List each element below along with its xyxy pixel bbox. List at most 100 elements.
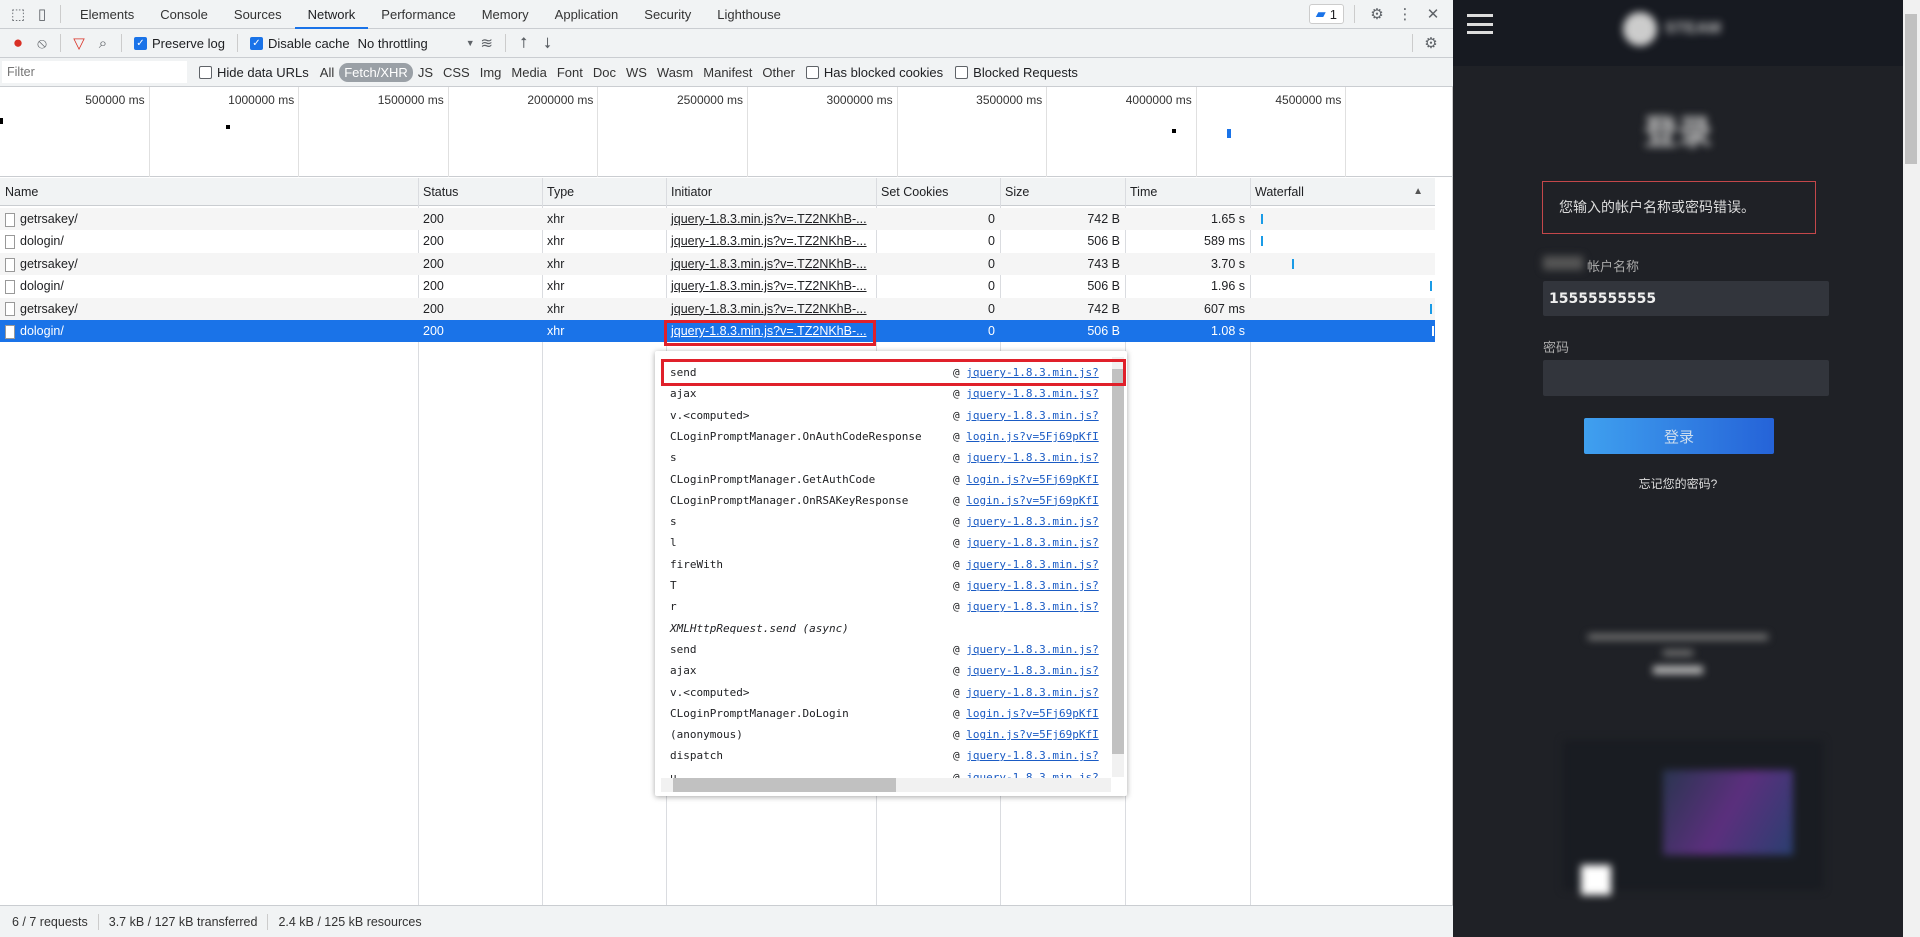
- filter-type-all[interactable]: All: [315, 63, 339, 82]
- tab-console[interactable]: Console: [147, 0, 221, 29]
- source-link[interactable]: jquery-1.8.3.min.js?: [966, 686, 1098, 699]
- source-link[interactable]: jquery-1.8.3.min.js?: [966, 451, 1098, 464]
- filter-type-font[interactable]: Font: [552, 63, 588, 82]
- column-header-time[interactable]: Time: [1125, 178, 1250, 205]
- source-link[interactable]: jquery-1.8.3.min.js?: [966, 600, 1098, 613]
- search-icon[interactable]: ⌕: [91, 31, 115, 55]
- source-link[interactable]: jquery-1.8.3.min.js?: [966, 643, 1098, 656]
- size-value: 506 B: [1087, 324, 1120, 338]
- column-header-name[interactable]: Name: [0, 178, 418, 205]
- source-link[interactable]: jquery-1.8.3.min.js?: [966, 664, 1098, 677]
- request-row[interactable]: dologin/200 xhr jquery-1.8.3.min.js?v=.TZ2…: [0, 275, 1435, 297]
- filter-type-media[interactable]: Media: [506, 63, 551, 82]
- popover-vertical-scrollbar[interactable]: [1112, 357, 1124, 777]
- filter-type-wasm[interactable]: Wasm: [652, 63, 698, 82]
- tab-elements[interactable]: Elements: [67, 0, 147, 29]
- has-blocked-cookies-checkbox[interactable]: Has blocked cookies: [805, 65, 943, 80]
- page-scrollbar[interactable]: [1903, 0, 1920, 937]
- tab-performance[interactable]: Performance: [368, 0, 468, 29]
- tab-memory[interactable]: Memory: [469, 0, 542, 29]
- source-link[interactable]: login.js?v=5Fj69pKfI: [966, 494, 1098, 507]
- filter-type-css[interactable]: CSS: [438, 63, 475, 82]
- filter-type-other[interactable]: Other: [757, 63, 800, 82]
- source-link[interactable]: jquery-1.8.3.min.js?: [966, 409, 1098, 422]
- filter-type-ws[interactable]: WS: [621, 63, 652, 82]
- column-header-set-cookies[interactable]: Set Cookies: [876, 178, 1000, 205]
- source-link[interactable]: jquery-1.8.3.min.js?: [966, 749, 1098, 762]
- login-button[interactable]: 登录: [1584, 418, 1774, 454]
- filter-type-manifest[interactable]: Manifest: [698, 63, 757, 82]
- issues-badge[interactable]: ▰ 1: [1308, 4, 1344, 24]
- password-input[interactable]: [1543, 360, 1829, 396]
- request-row[interactable]: getrsakey/200 xhr jquery-1.8.3.min.js?v=.T…: [0, 208, 1435, 230]
- settings-gear-icon[interactable]: ⚙: [1365, 2, 1389, 26]
- tab-network[interactable]: Network: [294, 0, 369, 29]
- source-link[interactable]: login.js?v=5Fj69pKfI: [966, 473, 1098, 486]
- clear-icon[interactable]: ⦸: [30, 31, 54, 55]
- cell-cookies: 0: [876, 298, 1000, 320]
- forgot-password-link[interactable]: 忘记您的密码?: [1453, 475, 1903, 492]
- tab-lighthouse[interactable]: Lighthouse: [704, 0, 794, 29]
- column-header-type[interactable]: Type: [542, 178, 666, 205]
- network-conditions-icon[interactable]: ≋: [475, 31, 499, 55]
- size-value: 506 B: [1087, 279, 1120, 294]
- column-header-waterfall[interactable]: Waterfall: [1250, 178, 1435, 205]
- source-link[interactable]: jquery-1.8.3.min.js?: [966, 558, 1098, 571]
- close-icon[interactable]: ✕: [1421, 2, 1445, 26]
- filter-icon[interactable]: ▽: [67, 31, 91, 55]
- username-input[interactable]: [1543, 281, 1829, 316]
- initiator-value[interactable]: jquery-1.8.3.min.js?v=.TZ2NKhB-...: [671, 234, 867, 248]
- column-header-size[interactable]: Size: [1000, 178, 1125, 205]
- steam-logo[interactable]: STEAM: [1623, 12, 1721, 46]
- column-header-status[interactable]: Status: [418, 178, 542, 205]
- throttling-select[interactable]: No throttling ▼: [358, 36, 475, 51]
- initiator-value[interactable]: jquery-1.8.3.min.js?v=.TZ2NKhB-...: [671, 302, 867, 316]
- filter-type-fetch-xhr[interactable]: Fetch/XHR: [339, 62, 413, 82]
- hamburger-menu-icon[interactable]: [1467, 14, 1493, 34]
- request-row[interactable]: getrsakey/200 xhr jquery-1.8.3.min.js?v=.T…: [0, 252, 1435, 275]
- blocked-requests-checkbox[interactable]: Blocked Requests: [955, 65, 1078, 80]
- tab-sources[interactable]: Sources: [221, 0, 295, 29]
- at-sign: @: [953, 728, 960, 742]
- filter-type-doc[interactable]: Doc: [588, 63, 621, 82]
- tab-security[interactable]: Security: [631, 0, 704, 29]
- time-value: 607 ms: [1204, 301, 1245, 316]
- status-value: 200: [423, 256, 444, 271]
- divider: [97, 913, 99, 930]
- cell-initiator[interactable]: jquery-1.8.3.min.js?v=.TZ2NKhB-...: [666, 230, 876, 252]
- tab-application[interactable]: Application: [542, 0, 632, 29]
- source-link[interactable]: login.js?v=5Fj69pKfI: [966, 430, 1098, 443]
- preserve-log-checkbox[interactable]: ✓ Preserve log: [134, 36, 225, 51]
- source-link[interactable]: login.js?v=5Fj69pKfI: [966, 728, 1098, 741]
- network-overview-timeline[interactable]: 500000 ms 1000000 ms 1500000 ms 2000000 ms 2…: [0, 87, 1496, 177]
- device-toolbar-icon[interactable]: ▯: [30, 2, 54, 26]
- filter-input[interactable]: [2, 61, 187, 83]
- request-row[interactable]: getrsakey/200 xhr jquery-1.8.3.min.js?v=.T…: [0, 297, 1435, 320]
- inspect-element-icon[interactable]: ⬚: [6, 2, 30, 26]
- cell-initiator[interactable]: jquery-1.8.3.min.js?v=.TZ2NKhB-...: [666, 275, 876, 297]
- popover-horizontal-scrollbar[interactable]: [661, 778, 1111, 792]
- initiator-value[interactable]: jquery-1.8.3.min.js?v=.TZ2NKhB-...: [671, 279, 867, 293]
- source-link[interactable]: jquery-1.8.3.min.js?: [966, 579, 1098, 592]
- disable-cache-checkbox[interactable]: ✓ Disable cache: [249, 36, 350, 51]
- source-link[interactable]: jquery-1.8.3.min.js?: [966, 515, 1098, 528]
- export-har-icon[interactable]: ⭣: [536, 31, 560, 55]
- initiator-value[interactable]: jquery-1.8.3.min.js?v=.TZ2NKhB-...: [671, 212, 867, 226]
- filter-type-img[interactable]: Img: [475, 63, 507, 82]
- filter-type-js[interactable]: JS: [413, 63, 438, 82]
- stack-frame: XMLHttpRequest.send (async): [670, 618, 1110, 639]
- column-header-initiator[interactable]: Initiator: [666, 178, 876, 205]
- source-link[interactable]: login.js?v=5Fj69pKfI: [966, 707, 1098, 720]
- cell-initiator[interactable]: jquery-1.8.3.min.js?v=.TZ2NKhB-...: [666, 253, 876, 275]
- import-har-icon[interactable]: ⭡: [512, 31, 536, 55]
- source-link[interactable]: jquery-1.8.3.min.js?: [966, 387, 1098, 400]
- request-row[interactable]: dologin/200 xhr jquery-1.8.3.min.js?v=.TZ2…: [0, 230, 1435, 252]
- initiator-value[interactable]: jquery-1.8.3.min.js?v=.TZ2NKhB-...: [671, 257, 867, 271]
- network-settings-gear-icon[interactable]: ⚙: [1419, 31, 1443, 55]
- source-link[interactable]: jquery-1.8.3.min.js?: [966, 536, 1098, 549]
- record-icon[interactable]: ●: [6, 31, 30, 55]
- hide-data-urls-checkbox[interactable]: Hide data URLs: [199, 65, 309, 80]
- cell-initiator[interactable]: jquery-1.8.3.min.js?v=.TZ2NKhB-...: [666, 208, 876, 230]
- cell-initiator[interactable]: jquery-1.8.3.min.js?v=.TZ2NKhB-...: [666, 298, 876, 320]
- more-options-icon[interactable]: ⋮: [1393, 2, 1417, 26]
